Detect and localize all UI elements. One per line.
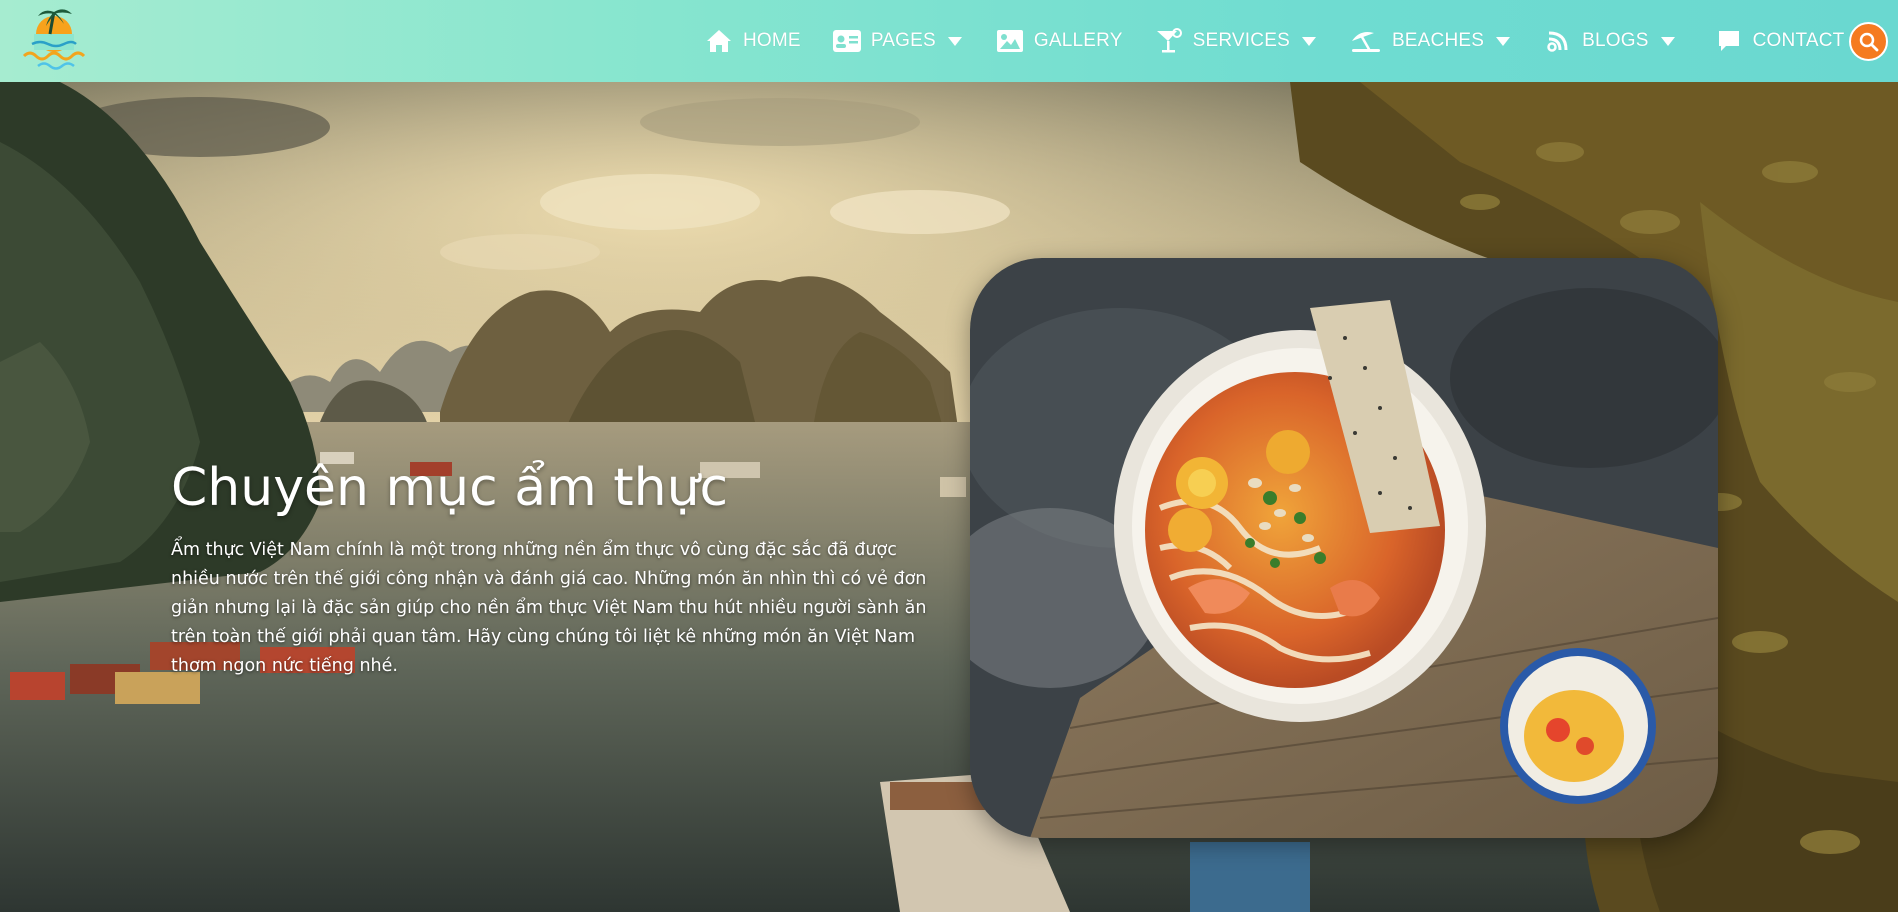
search-button[interactable] (1849, 22, 1888, 61)
hero-description: Ẩm thực Việt Nam chính là một trong nhữn… (171, 540, 927, 676)
food-image-card (970, 258, 1718, 838)
nav-home-label: HOME (743, 30, 801, 51)
image-icon (996, 27, 1024, 55)
nav-pages[interactable]: PAGES (832, 0, 964, 82)
hero-section: Chuyên mục ẩm thực Ẩm thực Việt Nam chín… (0, 82, 1898, 912)
nav-pages-label: PAGES (870, 30, 936, 51)
hero-title: Chuyên mục ẩm thực (171, 458, 729, 518)
site-header: HOME PAGES GALLERY SERVICES BEACHES BLOG… (0, 0, 1898, 82)
food-bowl-image (970, 258, 1718, 838)
main-nav: HOME PAGES GALLERY SERVICES BEACHES BLOG… (705, 0, 1844, 82)
nav-gallery-label: GALLERY (1033, 30, 1123, 51)
nav-contact-label: CONTACT (1752, 30, 1845, 51)
nav-blogs-label: BLOGS (1582, 30, 1649, 51)
umbrella-beach-icon (1350, 27, 1382, 55)
chevron-down-icon (1300, 34, 1318, 48)
nav-gallery[interactable]: GALLERY (996, 0, 1123, 82)
nav-home[interactable]: HOME (705, 0, 801, 82)
nav-services[interactable]: SERVICES (1155, 0, 1318, 82)
site-logo[interactable] (14, 4, 94, 76)
nav-services-label: SERVICES (1192, 30, 1290, 51)
home-icon (705, 27, 733, 55)
id-card-icon (832, 27, 861, 55)
blog-icon (1544, 27, 1572, 55)
nav-beaches-label: BEACHES (1391, 30, 1485, 51)
nav-blogs[interactable]: BLOGS (1544, 0, 1676, 82)
chevron-down-icon (946, 34, 964, 48)
cocktail-icon (1155, 27, 1183, 55)
nav-contact[interactable]: CONTACT (1715, 0, 1845, 82)
hero-text-block: Chuyên mục ẩm thực Ẩm thực Việt Nam chín… (171, 456, 951, 681)
chevron-down-icon (1494, 34, 1512, 48)
comment-icon (1715, 27, 1743, 55)
nav-beaches[interactable]: BEACHES (1350, 0, 1512, 82)
search-icon (1859, 32, 1878, 51)
chevron-down-icon (1659, 34, 1677, 48)
